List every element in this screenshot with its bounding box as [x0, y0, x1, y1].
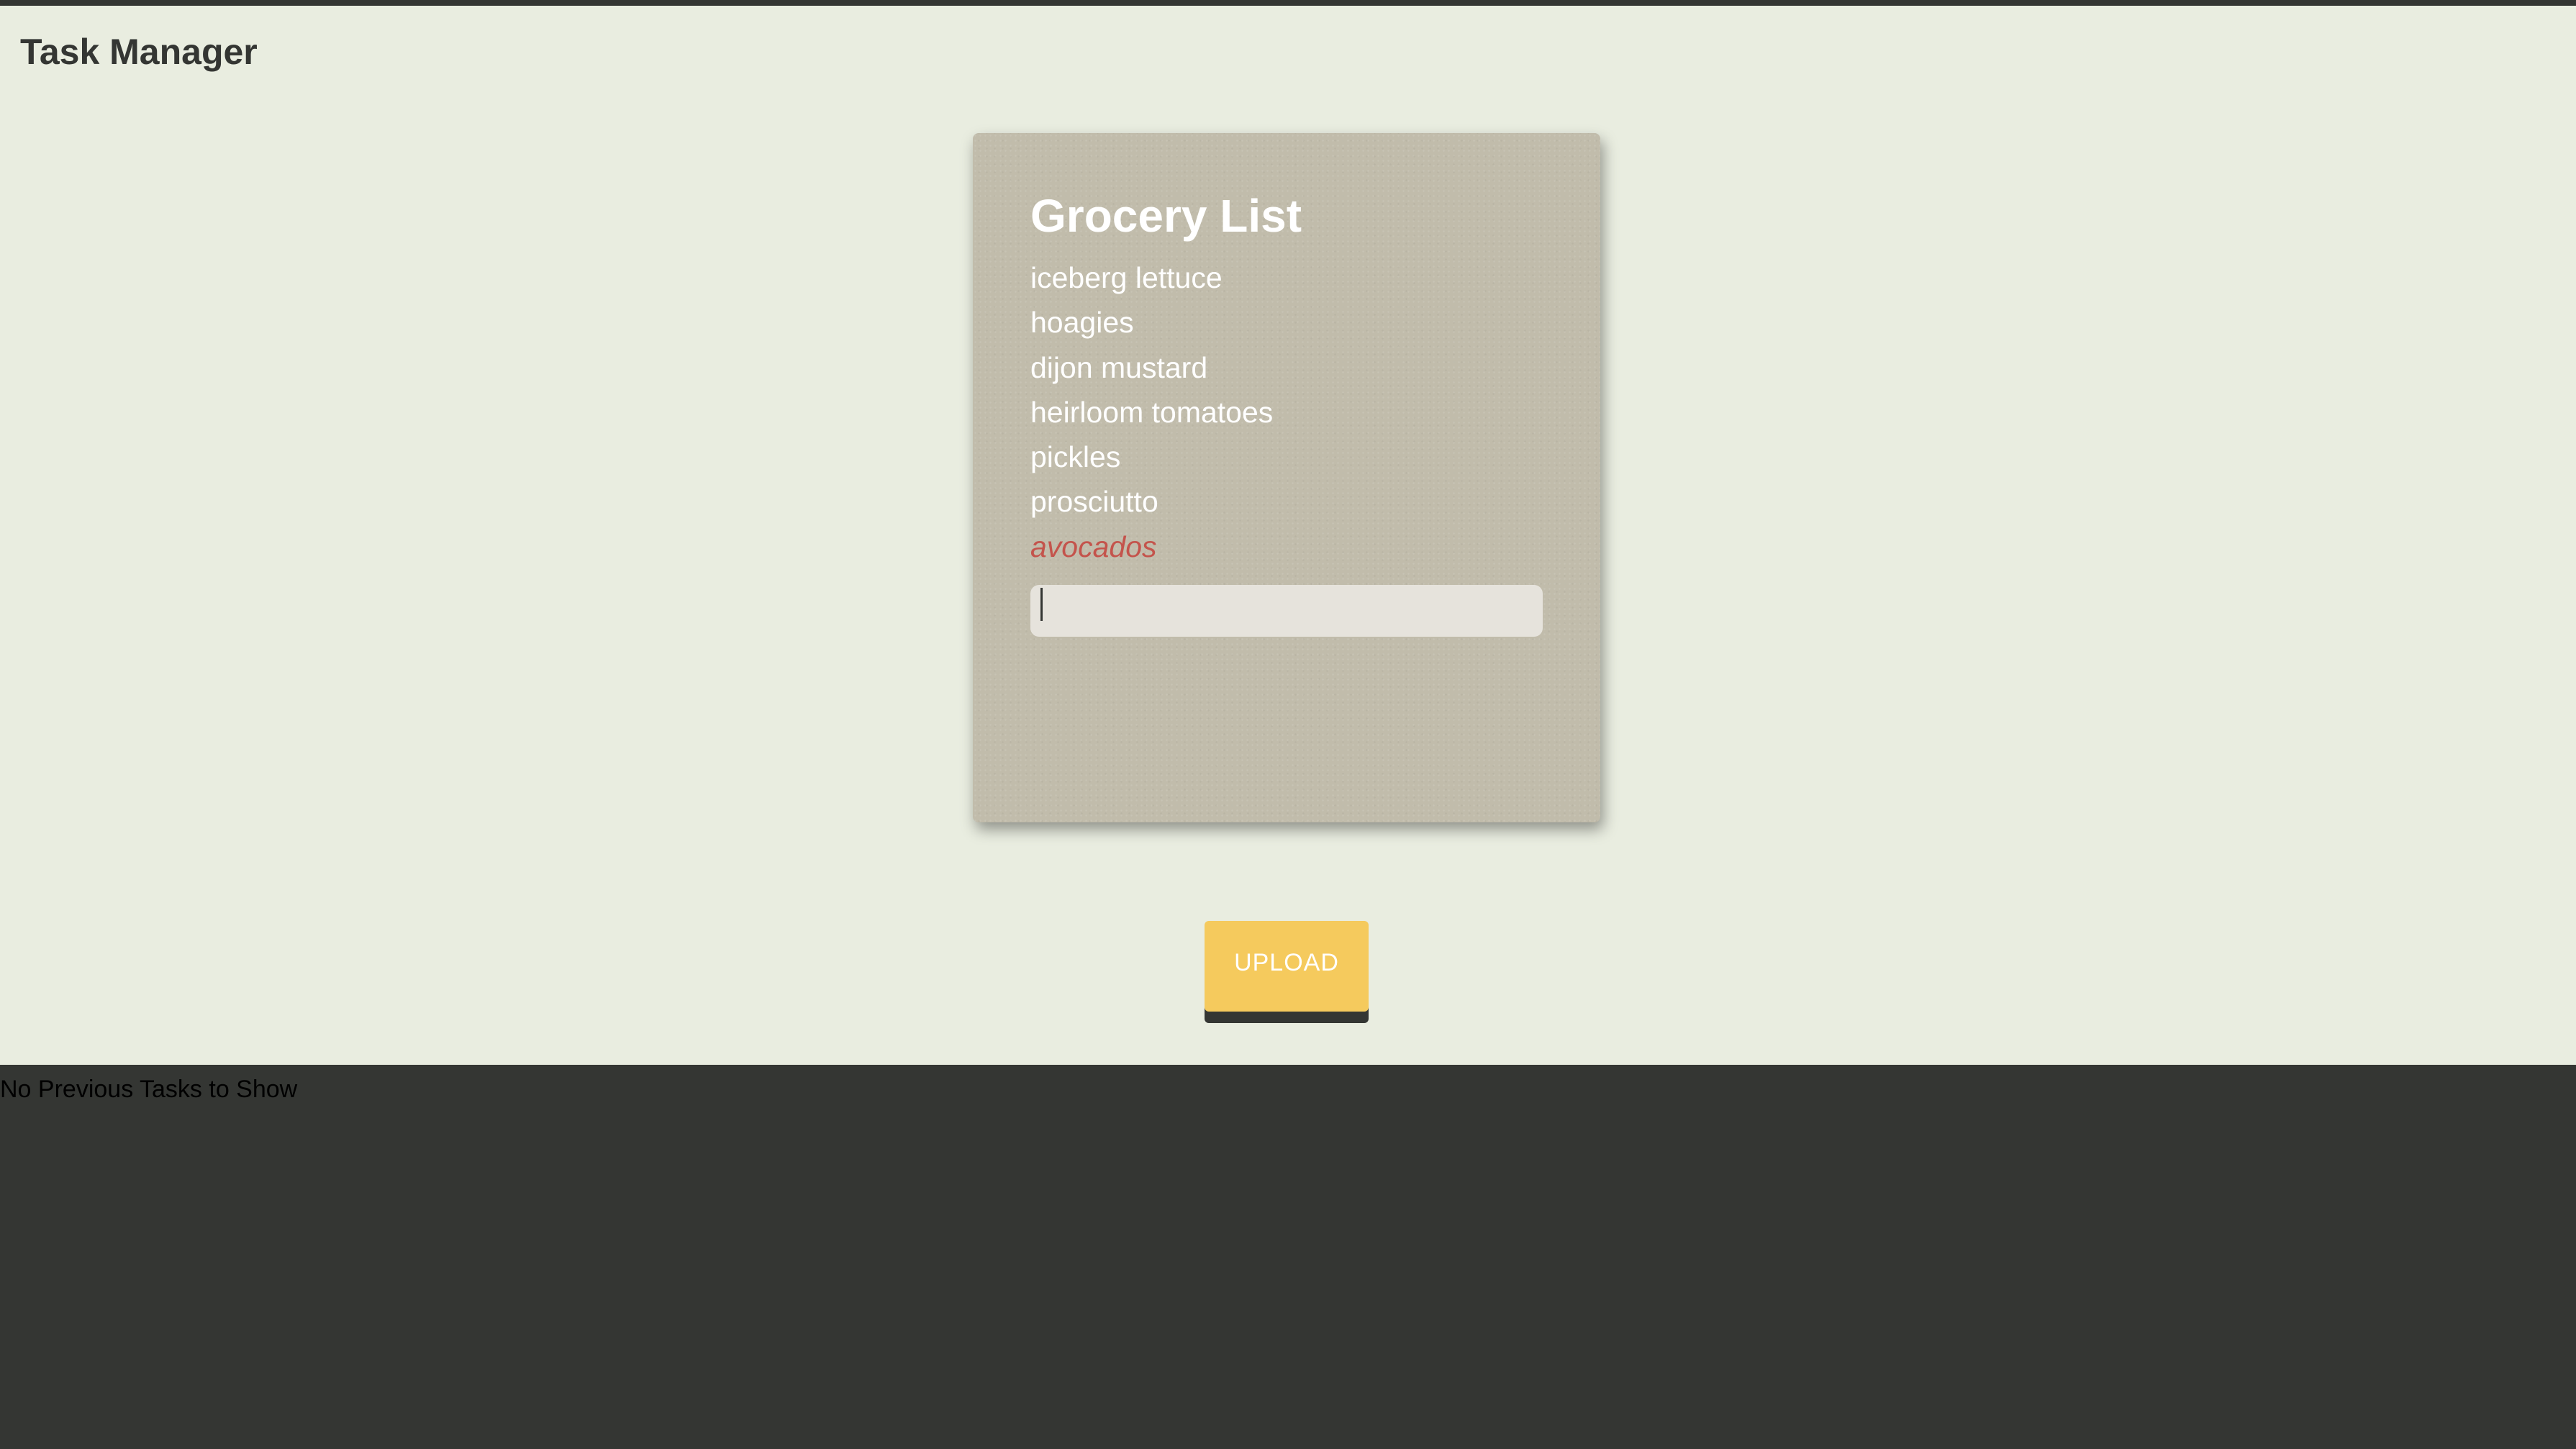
list-item[interactable]: pickles — [1030, 435, 1543, 479]
grocery-items: iceberg lettuce hoagies dijon mustard he… — [1030, 255, 1543, 569]
grocery-list-card: Grocery List iceberg lettuce hoagies dij… — [973, 133, 1600, 822]
app-title: Task Manager — [20, 32, 258, 72]
upload-button[interactable]: UPLOAD — [1205, 921, 1369, 1012]
list-item[interactable]: prosciutto — [1030, 479, 1543, 524]
list-item-highlighted[interactable]: avocados — [1030, 524, 1543, 569]
text-cursor — [1040, 588, 1043, 621]
top-bar — [0, 0, 2576, 6]
list-item[interactable]: dijon mustard — [1030, 345, 1543, 390]
list-item[interactable]: iceberg lettuce — [1030, 255, 1543, 300]
no-previous-tasks-message: No Previous Tasks to Show — [0, 1076, 298, 1103]
list-item[interactable]: hoagies — [1030, 300, 1543, 345]
footer: No Previous Tasks to Show — [0, 1065, 2576, 1449]
list-title: Grocery List — [1030, 190, 1302, 242]
list-item[interactable]: heirloom tomatoes — [1030, 390, 1543, 435]
new-item-input[interactable] — [1030, 585, 1543, 637]
